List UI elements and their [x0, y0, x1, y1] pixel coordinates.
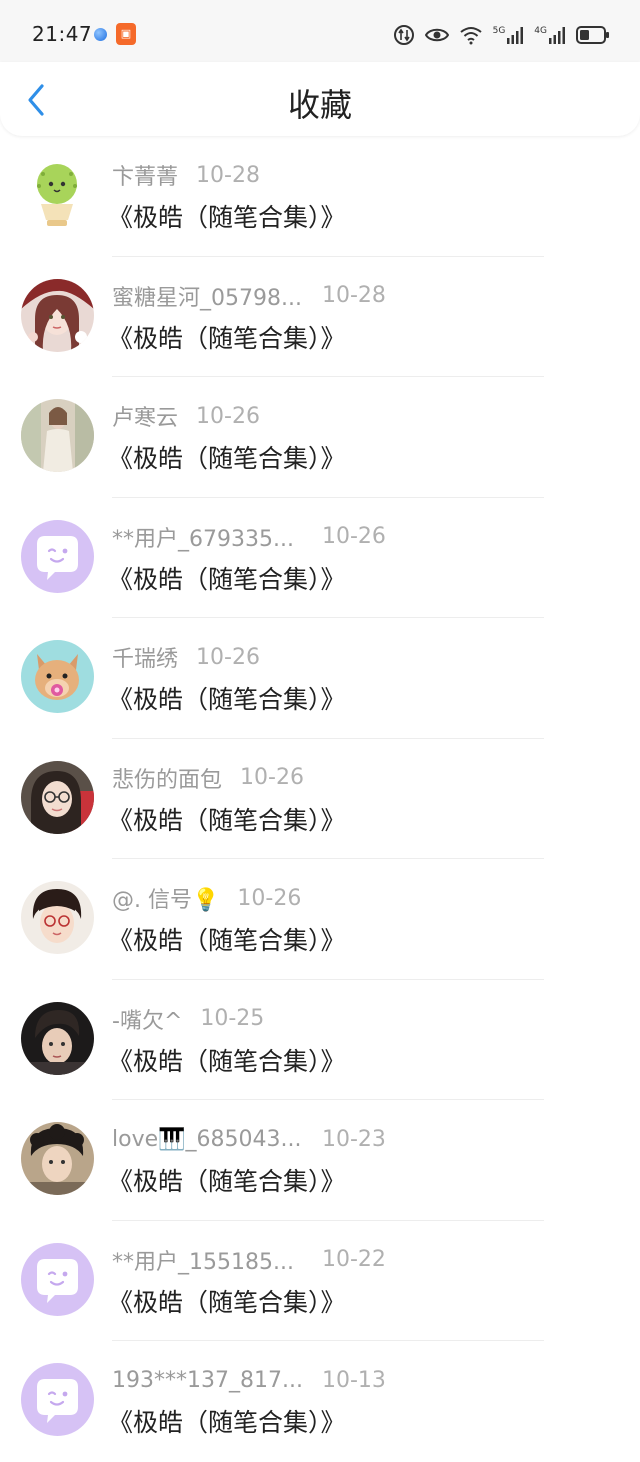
avatar[interactable] [21, 1122, 94, 1195]
list-item[interactable]: 蜜糖星河_05798... 10-28 《极皓（随笔合集）》 [0, 257, 640, 377]
status-icons: 5G 4G [393, 22, 610, 48]
user-photo-icon [21, 399, 94, 472]
list-item[interactable]: **用户_155185... 10-22 《极皓（随笔合集）》 [0, 1221, 640, 1341]
default-avatar-icon [21, 1363, 94, 1436]
item-date: 10-28 [196, 162, 260, 188]
user-photo-icon [21, 1122, 94, 1195]
eye-icon [424, 28, 449, 42]
item-date: 10-25 [200, 1006, 265, 1031]
item-meta: 卞菁菁 10-28 [112, 159, 260, 191]
signal-bars-icon [507, 27, 524, 44]
work-title[interactable]: 《极皓（随笔合集）》 [108, 1162, 346, 1198]
user-name[interactable]: 蜜糖星河_05798... [112, 280, 322, 312]
user-photo-icon [21, 1001, 94, 1075]
network-label-5g: 5G [492, 26, 506, 36]
item-meta: @. 信号💡 10-26 [112, 882, 302, 914]
item-date: 10-22 [322, 1247, 386, 1272]
item-meta: love🎹_685043... 10-23 [112, 1124, 386, 1154]
item-date: 10-26 [196, 403, 260, 429]
user-name[interactable]: 193***137_817... [112, 1368, 322, 1393]
item-meta: -嘴欠^ 10-25 [112, 1004, 264, 1034]
item-date: 10-13 [322, 1367, 386, 1393]
avatar[interactable] [21, 1242, 94, 1316]
avatar[interactable] [21, 1001, 94, 1075]
shopping-app-icon: ▣ [116, 23, 136, 45]
default-avatar-icon [21, 1242, 94, 1316]
work-title[interactable]: 《极皓（随笔合集）》 [108, 1283, 346, 1319]
work-title[interactable]: 《极皓（随笔合集）》 [108, 680, 346, 716]
work-title[interactable]: 《极皓（随笔合集）》 [108, 198, 346, 234]
status-time: 21:47 [32, 22, 93, 46]
battery-icon [576, 26, 609, 44]
list-item[interactable]: 卢寒云 10-26 《极皓（随笔合集）》 [0, 377, 640, 498]
item-meta: 悲伤的面包 10-26 [112, 763, 304, 793]
work-title[interactable]: 《极皓（随笔合集）》 [108, 439, 346, 475]
user-name[interactable]: 千瑞绣 [112, 641, 178, 673]
status-bar: 21:47 ▣ 5G 4G [0, 0, 640, 70]
user-name[interactable]: -嘴欠^ [112, 1003, 182, 1035]
list-item[interactable]: **用户_679335... 10-26 《极皓（随笔合集）》 [0, 498, 640, 618]
item-meta: 卢寒云 10-26 [112, 400, 260, 432]
wifi-icon [459, 27, 482, 45]
item-meta: 千瑞绣 10-26 [112, 641, 260, 673]
work-title[interactable]: 《极皓（随笔合集）》 [108, 1403, 346, 1439]
user-name[interactable]: **用户_679335... [112, 521, 322, 553]
user-name[interactable]: 卢寒云 [112, 400, 178, 432]
page-title: 收藏 [287, 86, 352, 124]
avatar[interactable] [21, 519, 94, 593]
data-saver-icon [393, 25, 414, 45]
item-date: 10-26 [196, 644, 260, 670]
item-date: 10-28 [322, 283, 386, 308]
item-date: 10-26 [322, 524, 386, 549]
work-title[interactable]: 《极皓（随笔合集）》 [108, 560, 346, 596]
user-photo-icon [21, 278, 94, 352]
browser-app-icon [94, 28, 107, 41]
avatar[interactable] [21, 760, 94, 834]
avatar[interactable] [21, 278, 94, 352]
avatar[interactable] [21, 399, 94, 472]
item-date: 10-26 [240, 765, 304, 790]
avatar[interactable] [21, 158, 94, 231]
item-meta: **用户_155185... 10-22 [112, 1245, 386, 1275]
item-meta: **用户_679335... 10-26 [112, 522, 386, 552]
work-title[interactable]: 《极皓（随笔合集）》 [108, 1042, 346, 1078]
cactus-avatar-icon [21, 158, 94, 231]
item-date: 10-26 [237, 885, 302, 911]
user-photo-icon [21, 640, 94, 713]
list-item[interactable]: -嘴欠^ 10-25 《极皓（随笔合集）》 [0, 980, 640, 1100]
list-item[interactable]: 悲伤的面包 10-26 《极皓（随笔合集）》 [0, 739, 640, 859]
user-name[interactable]: 卞菁菁 [112, 159, 178, 191]
user-name[interactable]: love🎹_685043... [112, 1127, 322, 1152]
work-title[interactable]: 《极皓（随笔合集）》 [108, 801, 346, 837]
work-title[interactable]: 《极皓（随笔合集）》 [108, 319, 346, 355]
avatar[interactable] [21, 881, 94, 954]
list-item[interactable]: 193***137_817... 10-13 《极皓（随笔合集）》 [0, 1341, 640, 1462]
network-label-4g: 4G [534, 26, 547, 36]
default-avatar-icon [21, 519, 94, 593]
signal-5g: 5G [493, 26, 525, 44]
item-date: 10-23 [322, 1126, 386, 1152]
favorites-list: 卞菁菁 10-28 《极皓（随笔合集）》 蜜糖星河_05798... 10-28… [0, 136, 640, 1462]
work-title[interactable]: 《极皓（随笔合集）》 [108, 921, 346, 957]
list-item[interactable]: love🎹_685043... 10-23 《极皓（随笔合集）》 [0, 1100, 640, 1221]
avatar[interactable] [21, 1363, 94, 1436]
list-item[interactable]: @. 信号💡 10-26 《极皓（随笔合集）》 [0, 859, 640, 980]
user-name[interactable]: 悲伤的面包 [112, 762, 222, 794]
signal-bars-icon [549, 27, 565, 44]
item-meta: 193***137_817... 10-13 [112, 1365, 386, 1395]
user-name[interactable]: **用户_155185... [112, 1244, 322, 1276]
item-meta: 蜜糖星河_05798... 10-28 [112, 281, 386, 311]
header: 收藏 [0, 62, 640, 136]
avatar[interactable] [21, 640, 94, 713]
user-name[interactable]: @. 信号💡 [112, 882, 219, 914]
list-item[interactable]: 卞菁菁 10-28 《极皓（随笔合集）》 [0, 136, 640, 257]
user-photo-icon [21, 760, 94, 834]
user-photo-icon [21, 881, 94, 954]
list-item[interactable]: 千瑞绣 10-26 《极皓（随笔合集）》 [0, 618, 640, 739]
signal-4g: 4G [534, 26, 566, 44]
